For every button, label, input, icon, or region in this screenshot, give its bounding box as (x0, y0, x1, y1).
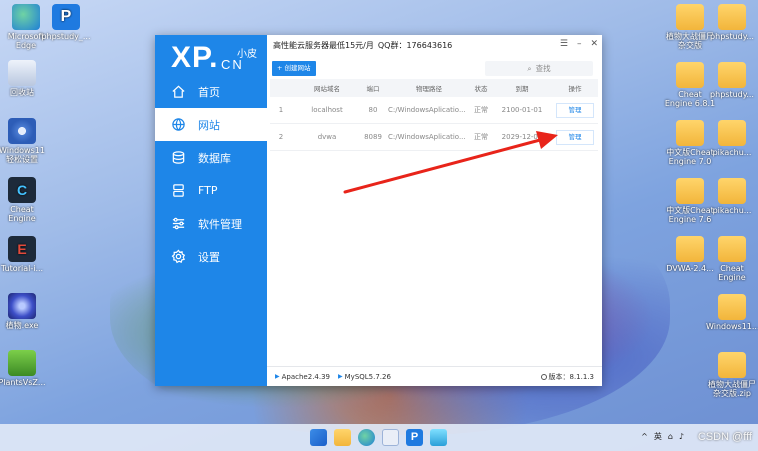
edge-icon[interactable] (358, 429, 375, 446)
play-icon: ▶ (338, 373, 343, 380)
desktop-icon-phpstudy[interactable]: P phpstudy_... (40, 4, 92, 41)
plus-icon: + (277, 64, 283, 72)
zip-folder-icon (718, 352, 746, 378)
manage-button[interactable]: 管理 (556, 129, 594, 145)
sidebar-item-home[interactable]: 首页 (155, 75, 267, 108)
logo: XP. 小皮 CN (171, 41, 257, 74)
folder-icon (718, 120, 746, 146)
version-info: 版本：8.1.1.3 (540, 372, 594, 382)
desktop-icon-cheat-engine[interactable]: C Cheat Engine (0, 177, 48, 223)
desktop-icon-folder[interactable]: pikachu... (706, 120, 758, 157)
tutorial-icon: E (8, 236, 36, 262)
table-header: 网站域名 端口 物理路径 状态 到期 操作 (270, 79, 598, 97)
notes-icon[interactable] (430, 429, 447, 446)
desktop-icon-folder[interactable]: Cheat Engine (706, 236, 758, 282)
create-site-button[interactable]: + 创建网站 (272, 61, 316, 76)
folder-icon (676, 4, 704, 30)
qq-group: QQ群：176643616 (377, 40, 453, 50)
volume-icon[interactable]: ♪ (679, 432, 684, 441)
desktop-icon-plants-vs-zombies[interactable]: PlantsVsZ... (0, 350, 48, 387)
sidebar-item-database[interactable]: 数据库 (155, 141, 267, 174)
folder-icon (676, 236, 704, 262)
toolbar: + 创建网站 ⌕ 查找 (267, 61, 602, 77)
sliders-icon (172, 217, 185, 230)
sidebar-item-settings[interactable]: 设置 (155, 240, 267, 273)
tray-language[interactable]: 英 (654, 431, 662, 442)
desktop-icon-windows-settings[interactable]: Windows11 轻松设置 (0, 118, 48, 164)
home-icon (172, 85, 185, 98)
main-panel: 高性能云服务器最低15元/月 QQ群：176643616 ☰ – ✕ + 创建网… (267, 35, 602, 386)
phpstudy-icon[interactable]: P (406, 429, 423, 446)
promo-title: 高性能云服务器最低15元/月 (273, 40, 374, 50)
site-table: 网站域名 端口 物理路径 状态 到期 操作 1 localhost 80 C:/… (270, 79, 598, 151)
recycle-bin-icon (8, 60, 36, 86)
store-icon[interactable] (382, 429, 399, 446)
desktop-icon-folder[interactable]: Windows11... (706, 294, 758, 331)
menu-icon[interactable]: ☰ (560, 39, 568, 49)
desktop-icon-plants-exe[interactable]: 植物.exe (0, 293, 48, 330)
sidebar-item-website[interactable]: 网站 (155, 108, 267, 141)
file-explorer-icon[interactable] (334, 429, 351, 446)
folder-icon (718, 62, 746, 88)
desktop-icon-folder[interactable]: phpstudy... (706, 62, 758, 99)
pvz-icon (8, 350, 36, 376)
folder-icon (676, 120, 704, 146)
desktop-icon-recycle-bin[interactable]: 回收站 (0, 60, 48, 97)
mysql-status[interactable]: ▶ MySQL5.7.26 (338, 373, 391, 381)
apache-status[interactable]: ▶ Apache2.4.39 (275, 373, 330, 381)
search-input[interactable]: ⌕ 查找 (485, 61, 593, 76)
desktop-icon-folder[interactable]: pikachu... (706, 178, 758, 215)
taskbar: P ^ 英 ⌂ ♪ CSDN @fff (0, 424, 758, 451)
desktop-icon-tutorial[interactable]: E Tutorial-i... (0, 236, 48, 273)
chevron-up-icon[interactable]: ^ (641, 432, 648, 441)
star-app-icon (8, 293, 36, 319)
sidebar-nav: 首页 网站 数据库 FTP 软件管理 设置 (155, 75, 267, 273)
cheat-engine-icon: C (8, 177, 36, 203)
database-icon (172, 151, 185, 164)
globe-icon (172, 118, 185, 131)
folder-icon (718, 178, 746, 204)
phpstudy-icon: P (52, 4, 80, 30)
edge-icon (12, 4, 40, 30)
taskbar-apps: P (310, 429, 447, 446)
gear-icon (8, 118, 36, 144)
manage-button[interactable]: 管理 (556, 102, 594, 118)
search-icon: ⌕ (527, 63, 532, 73)
table-row[interactable]: 2 dvwa 8089 C:/WindowsAplicatio... 正常 20… (270, 124, 598, 151)
minimize-icon[interactable]: – (577, 39, 582, 49)
folder-icon (718, 4, 746, 30)
gear-icon (171, 249, 186, 264)
folder-icon (718, 294, 746, 320)
close-icon[interactable]: ✕ (590, 39, 598, 49)
windows-start-icon[interactable] (310, 429, 327, 446)
sidebar: XP. 小皮 CN 首页 网站 数据库 FTP 软件管理 设置 (155, 35, 267, 386)
folder-icon (676, 62, 704, 88)
info-icon (540, 374, 547, 380)
sidebar-item-ftp[interactable]: FTP (155, 174, 267, 207)
play-icon: ▶ (275, 373, 280, 380)
desktop-icon-folder[interactable]: phpstudy... (706, 4, 758, 41)
status-footer: ▶ Apache2.4.39 ▶ MySQL5.7.26 版本：8.1.1.3 (267, 366, 602, 386)
phpstudy-window: XP. 小皮 CN 首页 网站 数据库 FTP 软件管理 设置 高性能云服务器最… (155, 35, 602, 386)
network-icon[interactable]: ⌂ (668, 432, 673, 441)
watermark: CSDN @fff (697, 431, 752, 443)
folder-icon (718, 236, 746, 262)
ftp-icon (173, 184, 184, 197)
desktop-icon-zip[interactable]: 植物大战僵尸杂交版.zip (706, 352, 758, 398)
window-controls: ☰ – ✕ (560, 39, 598, 49)
table-row[interactable]: 1 localhost 80 C:/WindowsAplicatio... 正常… (270, 97, 598, 124)
folder-icon (676, 178, 704, 204)
title-bar: 高性能云服务器最低15元/月 QQ群：176643616 (267, 35, 602, 55)
sidebar-item-software[interactable]: 软件管理 (155, 207, 267, 240)
